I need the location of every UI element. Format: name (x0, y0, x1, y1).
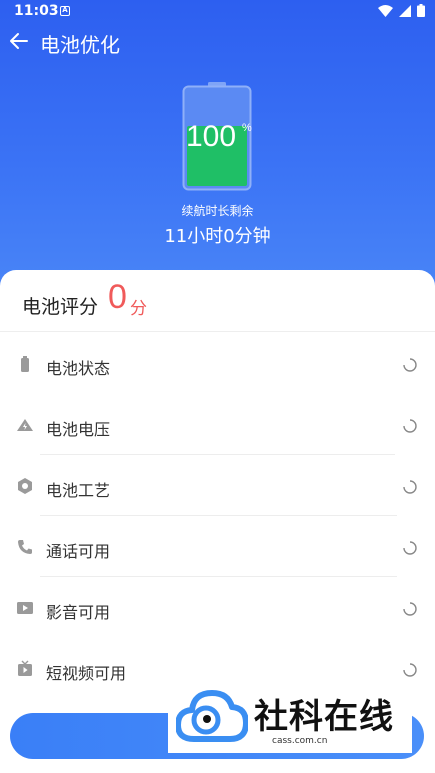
phone-icon (18, 540, 32, 554)
watermark-sub: cass.com.cn (272, 736, 328, 746)
app-bar: 电池优化 (0, 26, 435, 58)
battery-level: 100 % (186, 120, 252, 154)
loading-spinner-icon (403, 602, 417, 616)
list-item-label: 影音可用 (46, 603, 111, 622)
loading-spinner-icon (403, 480, 417, 494)
battery-status-icon (417, 4, 425, 17)
wifi-icon (378, 4, 393, 17)
divider (40, 576, 397, 577)
loading-spinner-icon (403, 358, 417, 372)
battery-level-value: 100 (186, 120, 237, 153)
list-item-battery-status[interactable]: 电池状态 (0, 334, 435, 395)
list-item-label: 电池状态 (46, 359, 111, 378)
list-item-label: 通话可用 (46, 542, 111, 561)
loading-spinner-icon (403, 419, 417, 433)
loading-spinner-icon (403, 663, 417, 677)
list-item-label: 电池电压 (46, 420, 111, 439)
page-title: 电池优化 (40, 33, 120, 57)
hexagon-icon (18, 478, 32, 494)
list-item-media-available[interactable]: 影音可用 (0, 578, 435, 639)
watermark-text: 社科在线 (254, 697, 394, 737)
divider (40, 454, 395, 455)
remaining-time-label: 续航时长剩余 (181, 204, 254, 218)
list-item-call-available[interactable]: 通话可用 (0, 517, 435, 578)
list-item-label: 电池工艺 (46, 481, 111, 500)
watermark: 社科在线 cass.com.cn (168, 683, 412, 753)
voltage-icon (17, 419, 33, 431)
list-item-battery-process[interactable]: 电池工艺 (0, 456, 435, 517)
divider (40, 515, 397, 516)
back-button[interactable] (6, 28, 32, 54)
arrow-left-icon (10, 33, 28, 49)
battery-score-unit: 分 (130, 299, 147, 319)
status-time: 11:03 (14, 3, 59, 19)
remaining-time-value: 11小时0分钟 (164, 226, 271, 247)
video-icon (18, 660, 32, 676)
notification-icon: A (60, 6, 70, 16)
loading-spinner-icon (403, 541, 417, 555)
list-item-battery-voltage[interactable]: 电池电压 (0, 395, 435, 456)
battery-icon (21, 356, 29, 372)
battery-score-value: 0 (108, 278, 127, 316)
status-icons (378, 4, 425, 17)
cloud-logo-icon (176, 690, 248, 742)
status-bar: 11:03 A (0, 0, 435, 24)
list-item-label: 短视频可用 (46, 664, 127, 683)
battery-level-unit: % (242, 122, 252, 134)
battery-score-row: 电池评分 0 分 (0, 270, 435, 332)
signal-icon (399, 4, 411, 17)
play-icon (17, 602, 33, 614)
battery-score-label: 电池评分 (22, 296, 99, 318)
